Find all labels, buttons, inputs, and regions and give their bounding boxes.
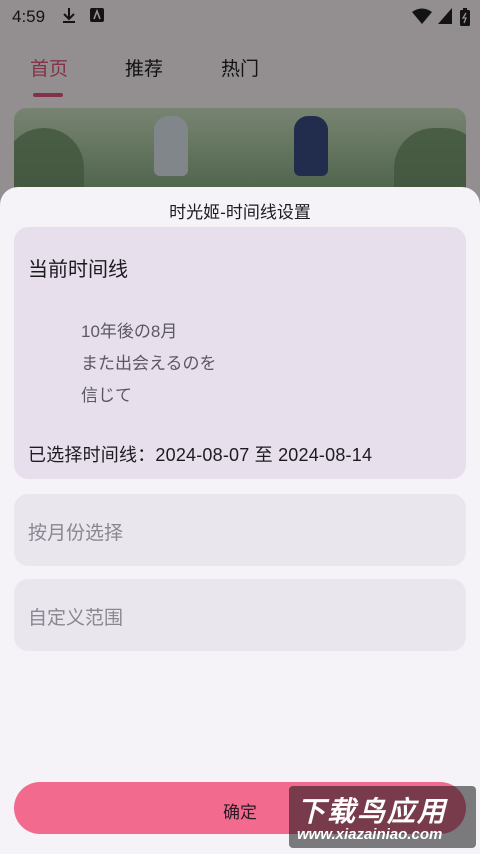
lyric-line: また出会えるのを xyxy=(81,354,217,373)
custom-range-label: 自定义范围 xyxy=(28,608,124,629)
lyric-line: 信じて xyxy=(81,386,132,405)
current-timeline-card: 当前时间线 10年後の8月 また出会えるのを 信じて 已选择时间线：2024-0… xyxy=(14,227,466,479)
lyric-line: 10年後の8月 xyxy=(81,322,178,341)
watermark-main-text: 下载鸟应用 xyxy=(297,796,448,827)
selected-timeline-range: 已选择时间线：2024-08-07 至 2024-08-14 xyxy=(28,445,373,465)
sheet-title: 时光姬-时间线设置 xyxy=(169,203,311,222)
select-by-month-option[interactable]: 按月份选择 xyxy=(14,494,466,566)
select-by-month-label: 按月份选择 xyxy=(28,523,124,544)
timeline-lyrics: 10年後の8月 また出会えるのを 信じて xyxy=(81,316,217,412)
watermark-url: www.xiazainiao.com xyxy=(297,826,443,843)
custom-range-option[interactable]: 自定义范围 xyxy=(14,579,466,651)
watermark-logo: 下载鸟应用 www.xiazainiao.com xyxy=(289,786,476,848)
current-timeline-heading: 当前时间线 xyxy=(28,259,128,281)
timeline-settings-sheet: 时光姬-时间线设置 当前时间线 10年後の8月 また出会えるのを 信じて 已选择… xyxy=(0,187,480,854)
